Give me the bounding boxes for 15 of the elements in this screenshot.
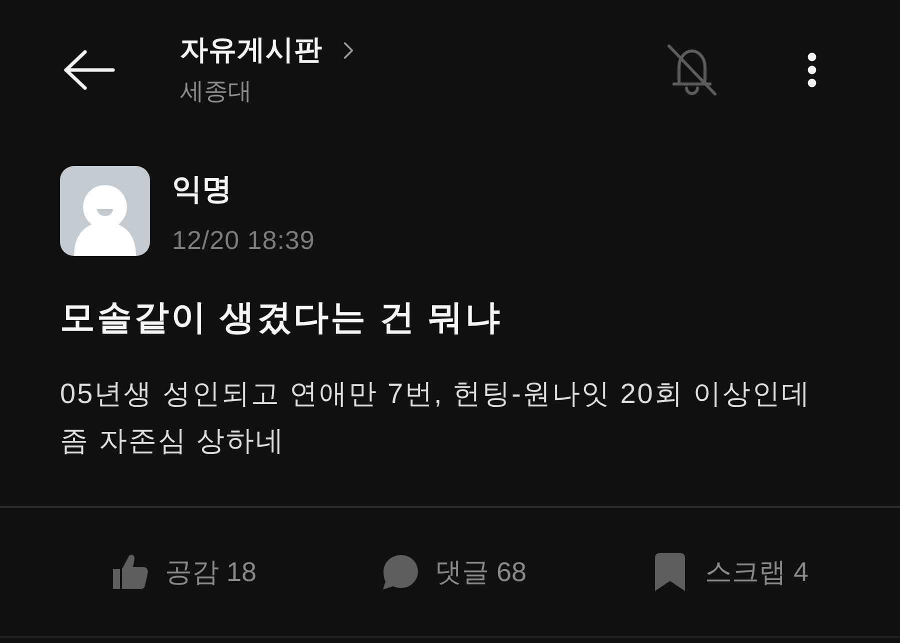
- scrap-button[interactable]: 스크랩 4: [650, 552, 809, 592]
- post-body: 05년생 성인되고 연애만 7번, 헌팅-원나잇 20회 이상인데 좀 자존심 상하네: [60, 377, 812, 458]
- board-title-link[interactable]: 자유게시판: [180, 32, 354, 68]
- like-button[interactable]: 공감 18: [110, 552, 257, 592]
- speech-bubble-icon: [380, 552, 420, 592]
- post-time: 12/20 18:39: [172, 224, 315, 256]
- post-title: 모솔같이 생겼다는 건 뭐냐: [60, 297, 504, 339]
- back-arrow-icon[interactable]: [63, 50, 115, 90]
- chevron-right-icon: [342, 40, 354, 60]
- author-name: 익명: [172, 172, 232, 208]
- thumbs-up-icon: [110, 552, 150, 592]
- school-name: 세종대: [180, 77, 252, 107]
- avatar-icon: [60, 166, 150, 256]
- comment-button[interactable]: 댓글 68: [380, 552, 527, 592]
- more-icon[interactable]: [806, 52, 818, 88]
